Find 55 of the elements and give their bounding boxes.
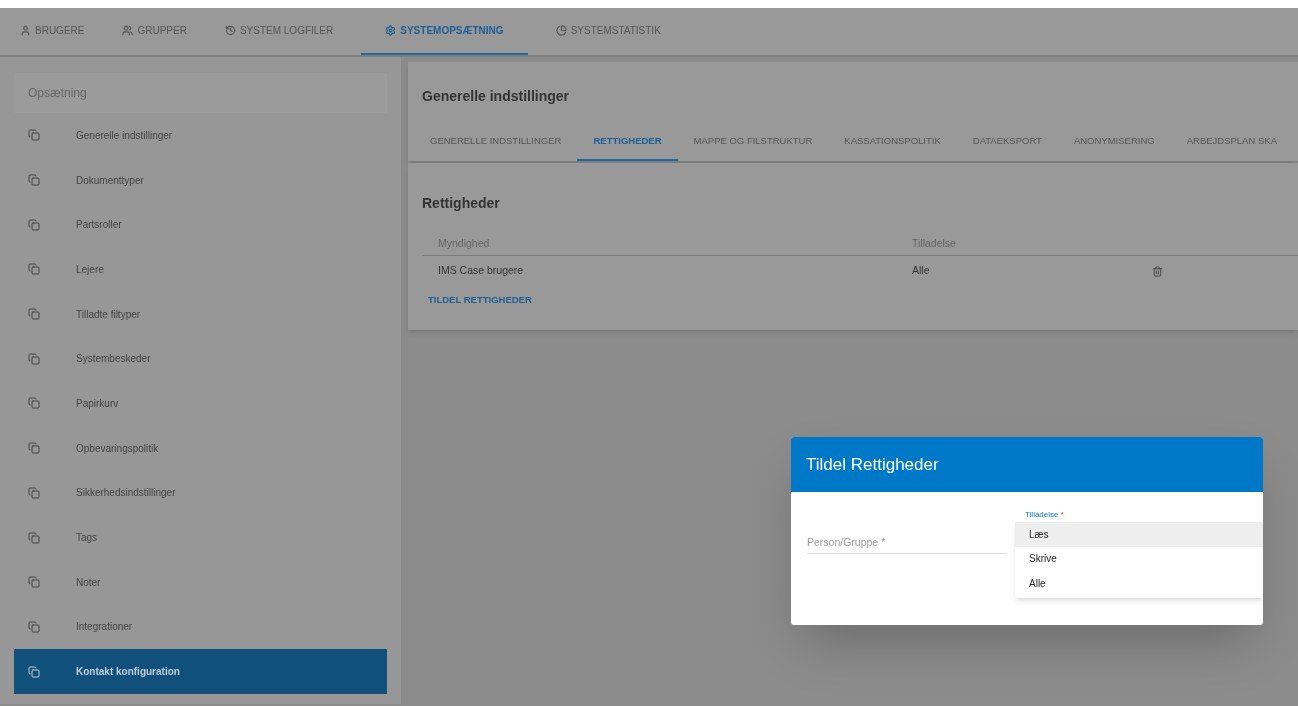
permission-label: Tilladelse * <box>1024 510 1065 520</box>
copy-icon <box>28 486 40 499</box>
sidebar-item[interactable]: Lejere <box>14 247 387 292</box>
sub-tab[interactable]: KASSATIONSPOLITIK <box>828 123 957 161</box>
copy-icon <box>28 531 40 544</box>
top-tab[interactable]: SYSTEM LOGFILER <box>214 8 344 55</box>
sub-tab[interactable]: DATAEKSPORT <box>956 123 1058 161</box>
sidebar-item[interactable]: Papirkurv <box>14 381 387 426</box>
top-tab[interactable]: SYSTEMOPSÆTNING <box>361 8 528 55</box>
copy-icon <box>28 665 40 678</box>
copy-icon <box>28 174 40 187</box>
copy-icon <box>28 129 40 142</box>
sub-tab[interactable]: RETTIGHEDER <box>577 123 678 161</box>
top-tab[interactable]: SYSTEMSTATISTIK <box>545 8 671 55</box>
dropdown-option[interactable]: Alle <box>1015 571 1263 596</box>
sub-tab[interactable]: MAPPE OG FILSTRUKTUR <box>677 123 829 161</box>
tab-icon <box>555 25 567 36</box>
copy-icon <box>28 263 40 276</box>
top-tab[interactable]: GRUPPER <box>112 8 197 55</box>
dropdown-option[interactable]: Skrive <box>1015 546 1263 571</box>
section-title: Rettigheder <box>422 194 501 213</box>
tab-icon <box>224 25 236 36</box>
dialog-title: Tildel Rettigheder <box>806 453 939 476</box>
table-cell-text: Alle <box>912 263 931 279</box>
sub-tab[interactable]: ANONYMISERING <box>1057 123 1171 161</box>
sidebar-item[interactable]: Noter <box>14 559 387 605</box>
tab-icon <box>20 25 31 36</box>
copy-icon <box>28 352 40 365</box>
sidebar-item[interactable]: Partsroller <box>14 202 387 248</box>
sub-tab[interactable]: ARBEJDSPLAN SKA <box>1170 123 1293 161</box>
sidebar-item[interactable]: Dokumenttyper <box>14 157 387 203</box>
sidebar-item[interactable]: Tags <box>14 515 387 560</box>
copy-icon <box>28 397 40 410</box>
sidebar-item[interactable]: Sikkerhedsindstillinger <box>14 470 387 516</box>
sidebar-item[interactable]: Generelle indstillinger <box>14 113 387 158</box>
copy-icon <box>28 576 40 589</box>
sidebar-item[interactable]: Integrationer <box>14 604 387 650</box>
person-group-field[interactable]: Person/Gruppe * <box>807 530 1007 554</box>
sub-tab[interactable]: GENERELLE INDSTILLINGER <box>414 123 578 161</box>
sidebar-item[interactable]: Opbevaringspolitik <box>14 425 387 471</box>
dropdown-option[interactable]: Læs <box>1015 522 1263 547</box>
assign-permissions-link[interactable]: TILDEL RETTIGHEDER <box>422 293 532 308</box>
sidebar-item[interactable]: Kontakt konfiguration <box>14 649 387 694</box>
copy-icon <box>28 218 40 231</box>
table-cell-text: IMS Case brugere <box>437 263 525 279</box>
tab-icon <box>385 25 397 36</box>
sidebar-item[interactable]: Tilladte filtyper <box>14 291 387 337</box>
tab-icon <box>122 25 134 36</box>
copy-icon <box>28 308 40 321</box>
copy-icon <box>28 442 40 455</box>
copy-icon <box>28 620 40 633</box>
top-tab[interactable]: BRUGERE <box>10 8 95 55</box>
sidebar-item[interactable]: Systembeskeder <box>14 336 387 382</box>
trash-icon[interactable] <box>1152 265 1163 277</box>
page-title: Generelle indstillinger <box>421 87 571 106</box>
